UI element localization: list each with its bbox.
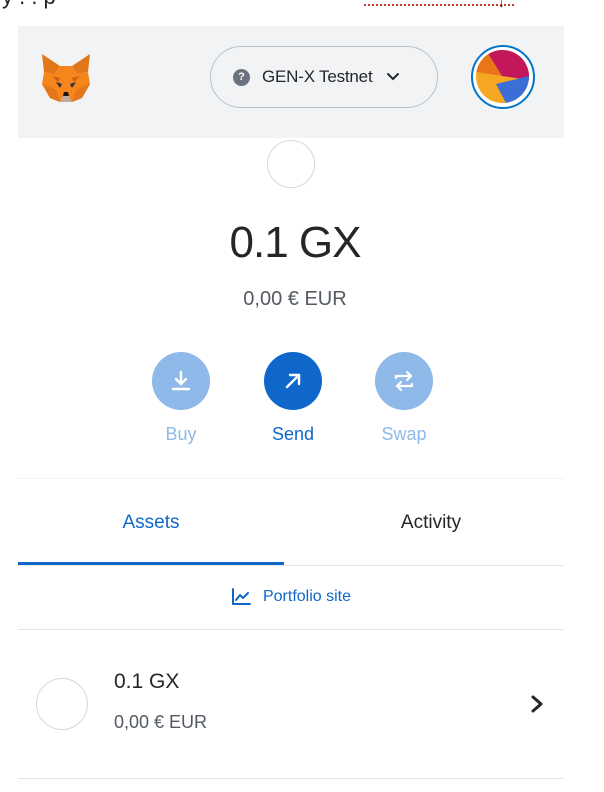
account-avatar[interactable] xyxy=(471,45,535,109)
clipped-page-header: y . . p ↓ xyxy=(0,0,604,26)
asset-fiat-value: 0,00 € EUR xyxy=(114,712,208,732)
chevron-right-icon xyxy=(531,695,543,713)
clipped-link-underline xyxy=(364,4,514,6)
buy-button[interactable]: Buy xyxy=(136,352,226,445)
chevron-down-icon xyxy=(387,73,400,81)
send-button[interactable]: Send xyxy=(248,352,338,445)
portfolio-site-label: Portfolio site xyxy=(262,588,352,605)
portfolio-divider xyxy=(18,629,564,630)
buy-circle xyxy=(152,352,210,410)
swap-button[interactable]: Swap xyxy=(359,352,449,445)
app-header: ? GEN-X Testnet xyxy=(18,26,564,138)
send-label: Send xyxy=(271,424,315,444)
send-circle xyxy=(264,352,322,410)
asset-row-divider xyxy=(18,778,564,779)
network-label: GEN-X Testnet xyxy=(262,67,373,86)
arrow-up-right-icon xyxy=(285,373,301,389)
metamask-fox-logo xyxy=(42,54,90,102)
tab-assets[interactable]: Assets xyxy=(18,479,284,567)
swap-label: Swap xyxy=(381,424,427,444)
secondary-balance: 0,00 € EUR xyxy=(243,288,347,310)
download-icon xyxy=(171,370,191,391)
unknown-network-icon: ? xyxy=(233,68,250,86)
portfolio-site-link[interactable]: Portfolio site xyxy=(0,580,582,614)
clipped-text: y . . p xyxy=(2,0,56,10)
identicon-icon xyxy=(476,50,529,103)
network-selector[interactable]: ? GEN-X Testnet xyxy=(210,46,438,108)
primary-balance: 0.1 GX xyxy=(229,218,362,267)
clipped-arrow-icon: ↓ xyxy=(498,0,505,10)
swap-circle xyxy=(375,352,433,410)
asset-tabs: Assets Activity xyxy=(18,478,564,567)
asset-list-item[interactable]: 0.1 GX 0,00 € EUR xyxy=(18,632,564,778)
swap-arrows-icon xyxy=(394,370,414,392)
token-icon-placeholder xyxy=(36,678,88,730)
chart-icon xyxy=(231,588,251,605)
token-icon-placeholder xyxy=(267,140,315,188)
tab-activity[interactable]: Activity xyxy=(298,479,564,567)
tabs-divider xyxy=(18,565,564,566)
buy-label: Buy xyxy=(165,424,197,444)
asset-balance: 0.1 GX xyxy=(114,670,180,693)
